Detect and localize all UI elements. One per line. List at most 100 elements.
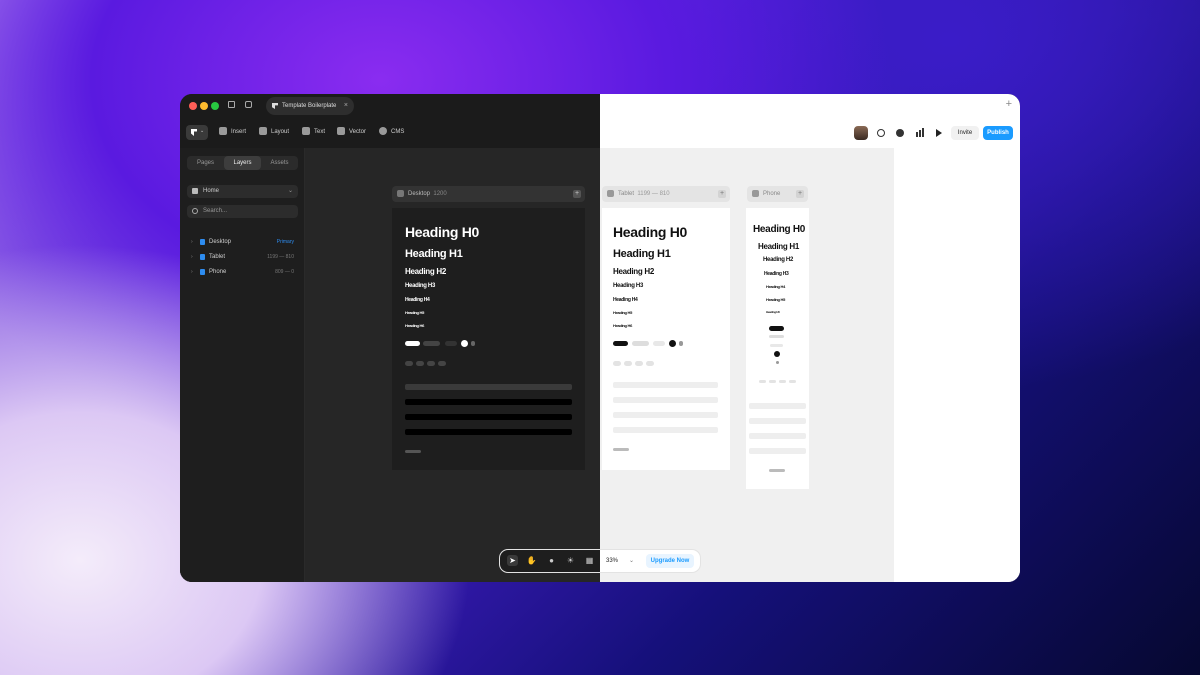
secondary-button-sample [769,335,784,338]
tag-sample [416,361,424,366]
tab-pages[interactable]: Pages [187,156,224,170]
home-icon[interactable] [228,101,235,108]
select-tool-icon[interactable]: ➤ [507,555,518,566]
invite-button[interactable]: Invite [951,126,979,140]
add-breakpoint-button[interactable]: + [573,190,581,198]
add-breakpoint-button[interactable]: + [718,190,726,198]
framer-menu-button[interactable]: ⌄ [186,125,208,140]
tertiary-button-sample [445,341,457,346]
layer-tablet[interactable]: › Tablet 1199 — 810 [187,251,298,263]
heading-h0: Heading H0 [613,224,688,240]
input-sample [613,427,718,433]
home-icon [192,188,198,194]
chevron-down-icon: ⌄ [628,558,634,564]
heading-h5: Heading H5 [613,310,633,315]
search-input[interactable]: Search... [187,205,298,218]
tag-sample [405,361,413,366]
frame-header-desktop[interactable]: Desktop 1200 + [392,186,585,202]
new-tab-button[interactable]: + [1006,98,1012,110]
close-window-button[interactable] [189,102,197,110]
tag-sample [759,380,766,383]
inbox-icon[interactable] [245,101,252,108]
layer-label: Tablet [209,254,226,260]
heading-h0: Heading H0 [753,224,806,235]
vector-button[interactable]: Vector [337,126,366,138]
upgrade-now-button[interactable]: Upgrade Now [646,554,694,568]
input-sample [749,418,806,424]
frame-label: Phone [763,191,781,197]
analytics-icon[interactable] [912,126,926,140]
frame-label: Tablet [618,191,635,197]
tag-sample [635,361,643,366]
bottom-toolbar: ➤ ✋ ● ☀ ▦ 33% ⌄ Upgrade Now [500,550,700,572]
minimize-window-button[interactable] [200,102,208,110]
tab-layers[interactable]: Layers [224,156,261,170]
page-select[interactable]: Home ⌄ [187,185,298,198]
text-button[interactable]: Text [302,126,325,138]
layer-label: Desktop [209,239,232,245]
app-window: Template Boilerplate × + ⌄ Insert Layout… [180,94,1020,582]
maximize-window-button[interactable] [211,102,219,110]
frame-header-tablet[interactable]: Tablet 1199 — 810 + [602,186,730,202]
frame-size: 1200 [433,191,447,197]
cms-label: CMS [391,129,405,135]
heading-h0: Heading H0 [405,224,480,240]
layout-button[interactable]: Layout [259,126,289,138]
framer-logo-icon [191,129,197,136]
frame-phone[interactable]: Heading H0 Heading H1 Heading H2 Heading… [746,208,809,489]
avatar[interactable] [854,126,868,140]
insert-label: Insert [231,129,247,135]
properties-panel [894,148,1020,582]
search-icon [192,208,198,214]
heading-h1: Heading H1 [613,248,671,260]
framer-logo-icon [272,103,278,109]
settings-icon[interactable] [893,126,907,140]
hand-tool-icon[interactable]: ✋ [526,555,537,566]
layer-phone[interactable]: › Phone 809 — 0 [187,266,298,278]
chevron-down-icon: ⌄ [287,188,293,194]
frame-tablet[interactable]: Heading H0 Heading H1 Heading H2 Heading… [602,208,730,470]
secondary-button-sample [423,341,440,346]
tab-template-boilerplate[interactable]: Template Boilerplate × [266,97,354,115]
plus-icon [776,361,779,364]
zoom-select[interactable]: 33% ⌄ [604,555,638,567]
layer-desktop[interactable]: › Desktop Primary [187,236,298,248]
search-placeholder: Search... [203,208,228,214]
frame-icon [752,190,759,197]
checkbox-sample [769,469,785,472]
left-sidebar: Pages Layers Assets Home ⌄ Search... › D… [180,148,305,582]
tab-assets[interactable]: Assets [261,156,298,170]
tertiary-button-sample [653,341,665,346]
emoji-icon[interactable] [874,126,888,140]
cms-button[interactable]: CMS [379,126,404,138]
primary-button-sample [613,341,628,346]
heading-h3: Heading H3 [613,283,644,289]
input-sample [405,399,572,405]
heading-h6: Heading H6 [405,323,425,328]
layer-label: Phone [209,269,227,275]
pen-icon [337,127,345,136]
insert-button[interactable]: Insert [219,126,246,138]
input-sample [405,384,572,390]
tag-sample [624,361,632,366]
tag-sample [789,380,796,383]
preview-play-icon[interactable] [931,126,945,140]
input-sample [749,448,806,454]
theme-toggle-icon[interactable]: ☀ [565,555,576,566]
add-breakpoint-button[interactable]: + [796,190,804,198]
frame-desktop[interactable]: Heading H0 Heading H1 Heading H2 Heading… [392,208,585,470]
heading-h4: Heading H4 [405,297,430,303]
heading-h4: Heading H4 [766,284,786,289]
input-sample [613,412,718,418]
frame-header-phone[interactable]: Phone + [747,186,808,202]
frame-size: 1199 — 810 [637,191,670,197]
close-tab-icon[interactable]: × [344,97,348,115]
grid-icon[interactable]: ▦ [584,555,595,566]
database-icon [379,127,387,136]
heading-h2: Heading H2 [763,257,794,263]
checkbox-sample [613,448,629,451]
comment-tool-icon[interactable]: ● [546,555,557,566]
publish-button[interactable]: Publish [983,126,1013,140]
primary-button-sample [405,341,420,346]
tab-title: Template Boilerplate [282,103,337,109]
